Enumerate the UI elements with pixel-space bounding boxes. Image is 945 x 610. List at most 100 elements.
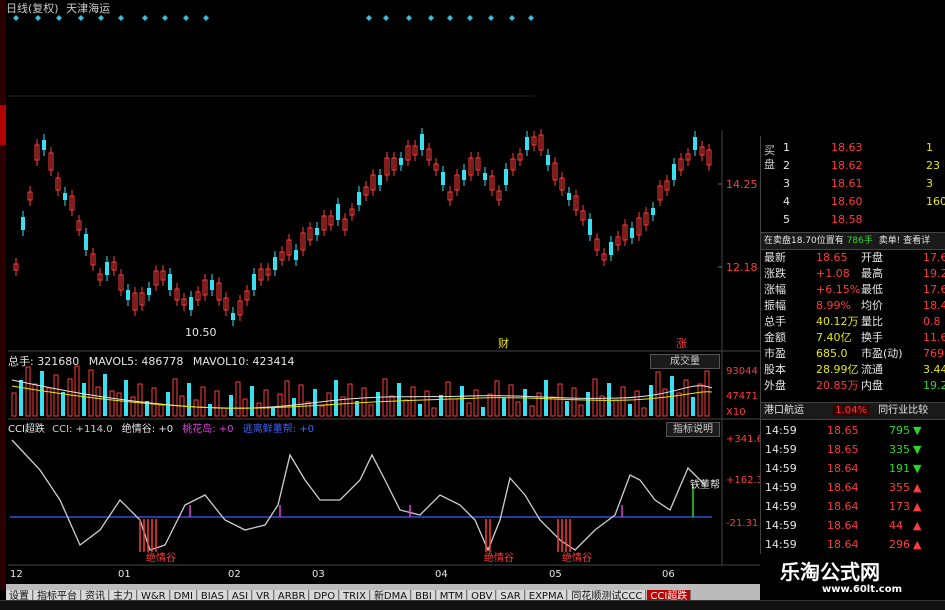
candle-body (441, 172, 445, 185)
volume-bar (578, 404, 584, 417)
tab-15[interactable]: OBV (468, 590, 497, 600)
event-marker-2[interactable]: 涨 (676, 337, 687, 350)
candle-body (147, 288, 151, 295)
tab-0[interactable]: 设置 (6, 590, 33, 600)
price: 18.58 (831, 213, 863, 226)
x-tick-3: 03 (312, 569, 325, 580)
tab-18[interactable]: 同花顺测试CCC (568, 590, 647, 600)
signal-dot (118, 15, 124, 21)
chart-area[interactable] (0, 0, 760, 590)
x-tick-6: 06 (662, 569, 675, 580)
quote-key: 最新 (764, 251, 786, 264)
volume-bar (221, 407, 227, 417)
volume-bar (242, 398, 248, 417)
volume-bar (235, 381, 241, 417)
alert-link[interactable]: 卖单! 查看详 (879, 236, 930, 246)
volume-bar (452, 398, 458, 417)
tab-19[interactable]: CCI超跌 (647, 590, 692, 600)
arrow-down-icon: ▼ (913, 462, 922, 475)
volume-bar (151, 387, 157, 417)
quote-value: 7.40亿 (816, 331, 852, 344)
tab-6[interactable]: BIAS (197, 590, 228, 600)
trade-price: 18.64 (827, 500, 859, 513)
orderbook-row[interactable]: 5 18.58 (761, 211, 945, 229)
volume-bar (40, 371, 44, 416)
trade-time: 14:59 (765, 443, 797, 456)
tab-17[interactable]: EXPMA (525, 590, 568, 600)
candle-body (63, 193, 67, 200)
arrow-up-icon: ▲ (913, 538, 922, 551)
candle-body (672, 164, 676, 180)
candle-body (294, 250, 298, 260)
candle-body (273, 257, 277, 270)
tab-7[interactable]: ASI (228, 590, 253, 600)
candle-body (693, 137, 697, 150)
volume-bar (284, 380, 290, 417)
tab-12[interactable]: 新DMA (370, 590, 412, 600)
trade-price: 18.64 (827, 538, 859, 551)
volume-bar (704, 370, 710, 417)
volume-bar (229, 395, 233, 416)
tab-2[interactable]: 资讯 (82, 590, 109, 600)
indicator-help-button[interactable]: 指标说明 (666, 422, 720, 437)
quote-value-2: 19.27 (923, 379, 945, 392)
volume-bar (137, 383, 143, 417)
orderbook-row[interactable]: 2 18.62 23 (761, 157, 945, 175)
tab-14[interactable]: MTM (436, 590, 468, 600)
trade-time: 14:59 (765, 519, 797, 532)
quote-value: 18.65 (816, 251, 848, 264)
volume-menu-button[interactable]: 成交量 (650, 354, 720, 369)
industry-bar[interactable]: 港口航运 1.04% 同行业比较 (761, 402, 945, 420)
volume-ma5: MAVOL5: 486778 (88, 355, 184, 368)
volume-legend: 总手: 321680 MAVOL5: 486778 MAVOL10: 42341… (8, 355, 294, 368)
tab-1[interactable]: 指标平台 (34, 590, 81, 600)
signal-dot (406, 15, 412, 21)
quote-key: 金额 (764, 331, 786, 344)
volume-bar (61, 392, 65, 416)
tab-13[interactable]: BBI (412, 590, 436, 600)
orderbook-row[interactable]: 4 18.60 160 (761, 193, 945, 211)
price: 18.62 (831, 159, 863, 172)
tab-8[interactable]: VR (253, 590, 274, 600)
indicator-name: CCI超跌 (8, 424, 45, 435)
big-order-alert[interactable]: 在卖盘18.70位置有 786手 卖单! 查看详 (761, 232, 945, 250)
industry-compare-link[interactable]: 同行业比较 (878, 405, 928, 416)
volume-bar (628, 404, 632, 416)
watermark: 乐淘公式网 www.60lt.com (760, 554, 945, 595)
tab-11[interactable]: TRIX (340, 590, 370, 600)
quote-key: 涨幅 (764, 283, 786, 296)
volume-bar (683, 379, 689, 417)
tab-9[interactable]: ARBR (274, 590, 310, 600)
quote-key-2: 换手 (861, 331, 883, 344)
volume-bar (187, 383, 191, 416)
quote-value: 685.0 (816, 347, 848, 360)
trade-volume: 355 (889, 481, 910, 494)
volume-bar (277, 393, 283, 417)
quote-panel: 买盘 1 18.63 1 2 18.62 23 3 18.61 3 4 18.60 160 5 18.58… (760, 136, 945, 590)
tab-5[interactable]: DMI (170, 590, 197, 600)
trade-volume: 335 (889, 443, 910, 456)
volume-bar (586, 392, 590, 416)
tab-4[interactable]: W&R (138, 590, 170, 600)
event-marker-1[interactable]: 财 (498, 337, 509, 350)
price-label-low: 12.18 (726, 261, 758, 274)
tab-3[interactable]: 主力 (110, 590, 137, 600)
volume-bar (158, 404, 164, 417)
orderbook-row[interactable]: 3 18.61 3 (761, 175, 945, 193)
trade-row: 14:59 18.64 173 ▲ (761, 498, 945, 516)
candle-body (546, 155, 550, 165)
volume-bar (439, 395, 443, 416)
quote-key-2: 均价 (861, 299, 883, 312)
tab-16[interactable]: SAR (497, 590, 525, 600)
quote-value-2: 17.6 (923, 283, 945, 296)
volume-bar (481, 407, 485, 416)
volume-bar (200, 386, 206, 417)
quote-key: 总手 (764, 315, 786, 328)
volume-bar (256, 402, 262, 417)
candle-body (357, 192, 361, 205)
orderbook-row[interactable]: 1 18.63 1 (761, 139, 945, 157)
tab-10[interactable]: DPO (310, 590, 340, 600)
quote-key-2: 最高 (861, 267, 883, 280)
volume-bar (368, 404, 374, 417)
volume-bar (410, 386, 416, 417)
